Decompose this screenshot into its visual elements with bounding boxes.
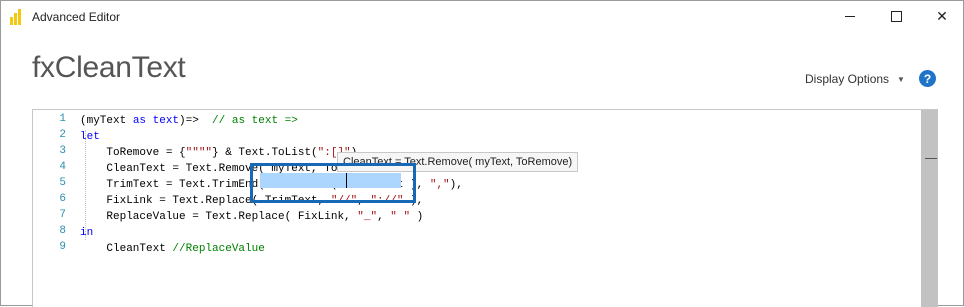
- power-bi-icon: [10, 9, 24, 25]
- scrollbar-thumb[interactable]: [921, 110, 938, 307]
- code-token: text: [152, 115, 180, 127]
- minimize-button[interactable]: [827, 1, 873, 32]
- chevron-down-icon: ▼: [897, 74, 905, 84]
- maximize-icon: [890, 11, 902, 22]
- code-token: """": [185, 147, 213, 159]
- title-bar[interactable]: Advanced Editor ✕: [1, 1, 963, 32]
- scrollbar-marker: [925, 158, 937, 159]
- code-token: //ReplaceValue: [172, 243, 265, 255]
- line-number: 1: [59, 113, 66, 125]
- code-token: ToRemove = {: [80, 147, 186, 159]
- line-number: 5: [59, 177, 66, 189]
- minimize-icon: [845, 16, 855, 17]
- code-editor[interactable]: 1 2 3 4 5 6 7 8 9 (myText as text)=> // …: [32, 109, 938, 307]
- code-line[interactable]: let: [80, 129, 100, 145]
- code-line[interactable]: ReplaceValue = Text.Replace( FixLink, "_…: [80, 209, 423, 225]
- annotation-highlight-box: [250, 163, 416, 203]
- display-options-label: Display Options: [805, 72, 890, 86]
- close-icon: ✕: [936, 8, 948, 24]
- code-token: )=>: [179, 115, 213, 127]
- maximize-button[interactable]: [873, 1, 919, 32]
- line-number-gutter: 1 2 3 4 5 6 7 8 9: [33, 110, 69, 307]
- code-token: // as text =>: [212, 115, 298, 127]
- code-token: } & Text.ToList(: [212, 147, 318, 159]
- code-token: " ": [390, 211, 411, 223]
- code-line[interactable]: (myText as text)=> // as text =>: [80, 113, 298, 129]
- line-number: 4: [59, 161, 66, 173]
- close-button[interactable]: ✕: [919, 1, 964, 32]
- code-line[interactable]: in: [80, 225, 93, 241]
- code-token: "_": [357, 211, 378, 223]
- line-number: 2: [59, 129, 66, 141]
- code-token: (myText: [80, 115, 133, 127]
- window-title: Advanced Editor: [32, 10, 121, 24]
- code-token: CleanText: [80, 243, 173, 255]
- code-line[interactable]: ToRemove = {""""} & Text.ToList(":[]"),: [80, 145, 363, 161]
- line-number: 3: [59, 145, 66, 157]
- code-token: ): [410, 211, 424, 223]
- page-title: fxCleanText: [32, 51, 186, 84]
- line-number: 9: [59, 241, 66, 253]
- code-token: in: [80, 227, 94, 239]
- line-number: 7: [59, 209, 66, 221]
- code-token: ReplaceValue = Text.Replace( FixLink,: [80, 211, 358, 223]
- vertical-scrollbar[interactable]: [921, 110, 938, 307]
- help-icon[interactable]: ?: [919, 70, 936, 87]
- code-line[interactable]: CleanText //ReplaceValue: [80, 241, 265, 257]
- code-token: as: [132, 115, 147, 127]
- code-token: ,: [377, 211, 391, 223]
- line-number: 8: [59, 225, 66, 237]
- advanced-editor-window: Advanced Editor ✕ fxCleanText Display Op…: [0, 0, 964, 307]
- line-number: 6: [59, 193, 66, 205]
- code-token: ),: [449, 179, 463, 191]
- code-token: let: [80, 131, 100, 143]
- code-token: ",": [429, 179, 450, 191]
- display-options-button[interactable]: Display Options ▼: [805, 72, 905, 86]
